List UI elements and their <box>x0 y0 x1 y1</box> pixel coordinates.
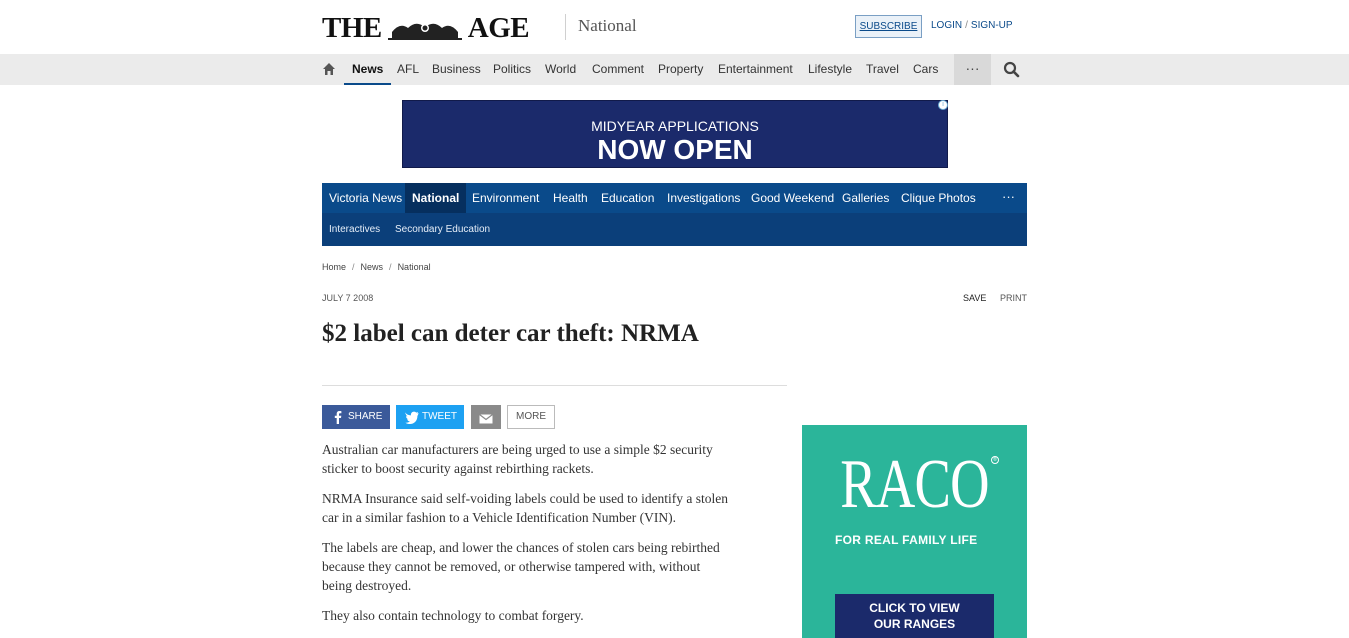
side-ad[interactable]: RACO ® FOR REAL FAMILY LIFE CLICK TO VIE… <box>802 425 1027 638</box>
subscribe-button[interactable]: SUBSCRIBE <box>855 15 922 38</box>
facebook-share-button[interactable]: SHARE <box>322 405 390 429</box>
login-separator: / <box>965 20 968 31</box>
login-link[interactable]: LOGIN <box>931 20 962 31</box>
signup-link[interactable]: SIGN-UP <box>971 20 1013 31</box>
nav-item-comment[interactable]: Comment <box>592 54 644 85</box>
article-paragraph: The labels are cheap, and lower the chan… <box>322 540 720 593</box>
nav-item-news[interactable]: News <box>344 54 392 85</box>
ad-line-2: NOW OPEN <box>597 134 753 165</box>
facebook-share-label: SHARE <box>348 411 383 422</box>
nav-item-lifestyle[interactable]: Lifestyle <box>808 54 852 85</box>
section-item-investigations[interactable]: Investigations <box>667 183 740 213</box>
section-item-good-weekend[interactable]: Good Weekend <box>751 183 834 213</box>
masthead-section-name: National <box>565 14 637 40</box>
search-icon[interactable] <box>1003 61 1020 78</box>
headline-divider <box>322 385 787 386</box>
crest-icon <box>386 17 464 41</box>
section-item-environment[interactable]: Environment <box>472 183 539 213</box>
registered-mark-icon: ® <box>991 456 999 464</box>
twitter-icon <box>404 410 419 424</box>
section-item-interactives[interactable]: Interactives <box>329 213 380 246</box>
nav-more-button[interactable]: ··· <box>954 54 991 85</box>
section-item-secondary-education[interactable]: Secondary Education <box>395 213 490 246</box>
nav-item-politics[interactable]: Politics <box>493 54 531 85</box>
breadcrumb: Home / News / National <box>322 262 431 272</box>
section-nav-row-1: Victoria News National Environment Healt… <box>322 183 1027 213</box>
nav-item-cars[interactable]: Cars <box>913 54 938 85</box>
account-links: LOGIN / SIGN-UP <box>931 20 1013 31</box>
section-item-victoria-news[interactable]: Victoria News <box>329 183 402 213</box>
logo-text-the: THE <box>322 12 382 44</box>
twitter-tweet-button[interactable]: TWEET <box>396 405 464 429</box>
site-logo[interactable]: THE AGE <box>322 12 530 45</box>
nav-item-world[interactable]: World <box>545 54 576 85</box>
article-paragraph: Australian car manufacturers are being u… <box>322 442 713 476</box>
breadcrumb-news[interactable]: News <box>361 262 384 272</box>
ad-tagline: FOR REAL FAMILY LIFE <box>835 533 978 547</box>
save-button[interactable]: SAVE <box>963 293 986 303</box>
adchoices-icon[interactable]: i <box>938 100 948 110</box>
nav-item-entertainment[interactable]: Entertainment <box>718 54 793 85</box>
nav-item-property[interactable]: Property <box>658 54 703 85</box>
ad-cta-line-1: CLICK TO VIEW <box>869 601 960 615</box>
ad-cta-line-2: OUR RANGES <box>873 617 956 631</box>
top-ad-banner[interactable]: MIDYEAR APPLICATIONS NOW OPEN <box>402 100 948 168</box>
ad-brand-logo: RACO <box>840 446 989 523</box>
section-item-national[interactable]: National <box>405 183 467 213</box>
article-date: JULY 7 2008 <box>322 293 374 303</box>
section-nav-more-button[interactable]: ··· <box>1002 183 1015 213</box>
print-button[interactable]: PRINT <box>1000 293 1027 303</box>
breadcrumb-separator: / <box>352 262 355 272</box>
home-icon[interactable] <box>322 62 336 76</box>
article-headline: $2 label can deter car theft: NRMA <box>322 320 699 347</box>
logo-text-age: AGE <box>467 12 530 44</box>
article-paragraph: NRMA Insurance said self-voiding labels … <box>322 491 729 525</box>
article-paragraph: They also contain technology to combat f… <box>322 608 584 623</box>
breadcrumb-home[interactable]: Home <box>322 262 346 272</box>
section-nav: Victoria News National Environment Healt… <box>322 183 1027 246</box>
section-item-galleries[interactable]: Galleries <box>842 183 889 213</box>
breadcrumb-national[interactable]: National <box>398 262 431 272</box>
section-item-health[interactable]: Health <box>553 183 588 213</box>
breadcrumb-separator: / <box>389 262 392 272</box>
nav-item-travel[interactable]: Travel <box>866 54 899 85</box>
envelope-icon <box>479 411 493 425</box>
article-body: Australian car manufacturers are being u… <box>322 440 732 636</box>
section-item-clique-photos[interactable]: Clique Photos <box>901 183 976 213</box>
email-share-button[interactable] <box>471 405 501 429</box>
ad-cta-button[interactable]: CLICK TO VIEW OUR RANGES <box>835 594 994 638</box>
ad-line-1: MIDYEAR APPLICATIONS <box>591 118 759 134</box>
section-item-education[interactable]: Education <box>601 183 654 213</box>
section-nav-row-2: Interactives Secondary Education <box>322 213 1027 246</box>
masthead: THE AGE National SUBSCRIBE LOGIN / SIGN-UP <box>0 0 1349 54</box>
nav-item-business[interactable]: Business <box>432 54 481 85</box>
more-share-button[interactable]: MORE <box>507 405 555 429</box>
nav-item-afl[interactable]: AFL <box>397 54 419 85</box>
main-nav: News AFL Business Politics World Comment… <box>0 54 1349 85</box>
facebook-icon <box>331 410 345 424</box>
twitter-tweet-label: TWEET <box>422 411 457 422</box>
